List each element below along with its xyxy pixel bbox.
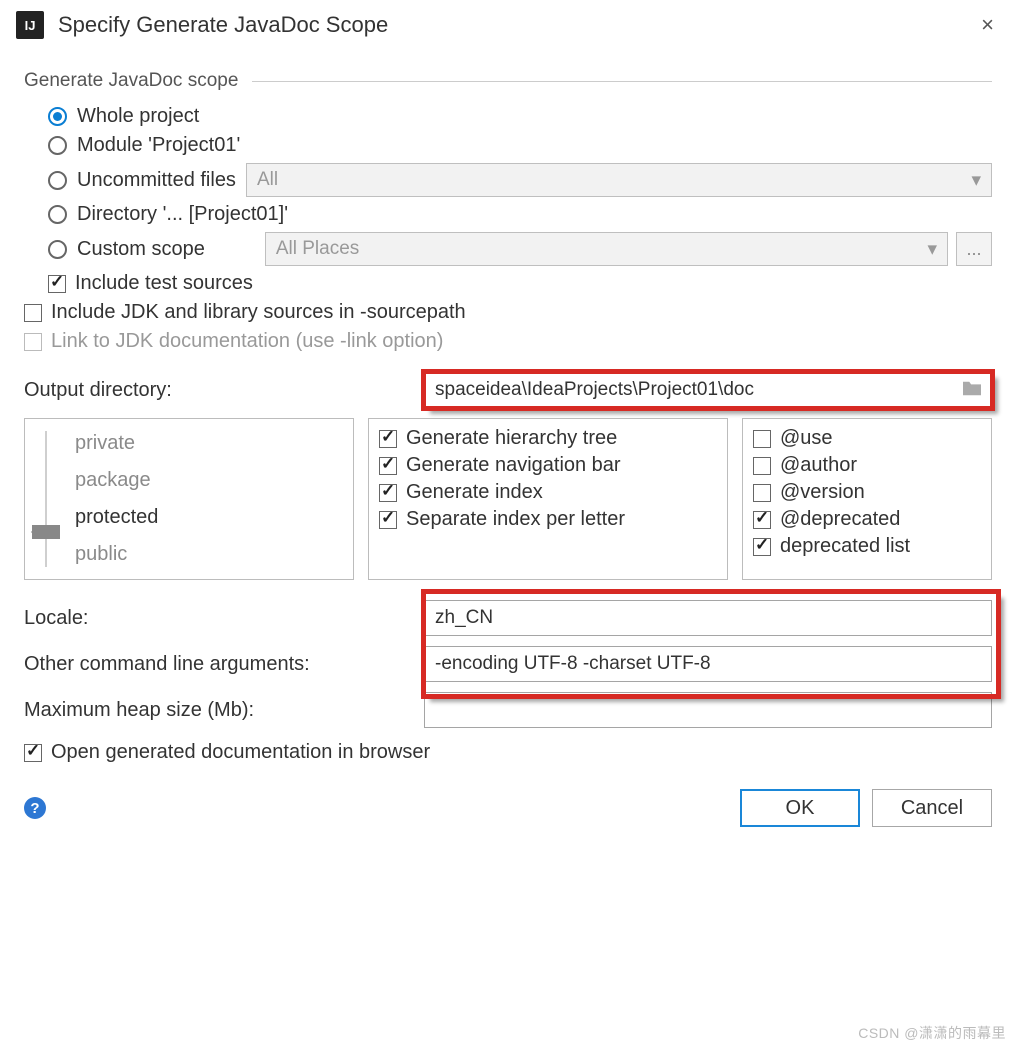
radio-whole-project[interactable]: Whole project [24, 102, 992, 131]
locale-input[interactable]: zh_CN [424, 600, 992, 636]
radio-label: Custom scope [77, 238, 205, 261]
check-label: Separate index per letter [406, 508, 625, 531]
link-jdk-check: Link to JDK documentation (use -link opt… [24, 327, 992, 356]
chevron-down-icon: ▾ [971, 169, 981, 192]
checkbox-indicator [753, 457, 771, 475]
gen-hierarchy-check[interactable]: Generate hierarchy tree [379, 425, 717, 452]
checkbox-indicator [753, 484, 771, 502]
checkbox-indicator [48, 275, 66, 293]
combo-value: All Places [276, 238, 359, 260]
output-dir-label: Output directory: [24, 379, 424, 402]
generate-options-panel: Generate hierarchy tree Generate navigat… [368, 418, 728, 580]
check-label: Include test sources [75, 272, 253, 295]
tag-author-check[interactable]: @author [753, 452, 981, 479]
gen-sep-index-check[interactable]: Separate index per letter [379, 506, 717, 533]
tag-version-check[interactable]: @version [753, 479, 981, 506]
divider [252, 81, 992, 82]
radio-label: Directory '... [Project01]' [77, 203, 288, 226]
check-label: @deprecated [780, 508, 900, 531]
checkbox-indicator [753, 430, 771, 448]
output-dir-input[interactable]: spaceidea\IdeaProjects\Project01\doc [424, 372, 992, 408]
include-jdk-check[interactable]: Include JDK and library sources in -sour… [24, 298, 992, 327]
radio-indicator [48, 205, 67, 224]
app-icon: IJ [16, 11, 44, 39]
args-input[interactable]: -encoding UTF-8 -charset UTF-8 [424, 646, 992, 682]
checkbox-indicator [379, 511, 397, 529]
check-label: Link to JDK documentation (use -link opt… [51, 330, 443, 353]
radio-label: Whole project [77, 105, 199, 128]
visibility-package[interactable]: package [71, 462, 341, 499]
tag-deprecated-check[interactable]: @deprecated [753, 506, 981, 533]
radio-label: Module 'Project01' [77, 134, 240, 157]
check-label: Generate index [406, 481, 543, 504]
checkbox-indicator [24, 304, 42, 322]
slider-thumb[interactable] [32, 525, 60, 539]
checkbox-indicator [379, 430, 397, 448]
watermark: CSDN @潇潇的雨幕里 [858, 1023, 1006, 1043]
checkbox-indicator [379, 457, 397, 475]
output-dir-value: spaceidea\IdeaProjects\Project01\doc [435, 379, 754, 401]
edit-scopes-button[interactable]: ... [956, 232, 992, 266]
radio-indicator [48, 171, 67, 190]
visibility-protected[interactable]: protected [71, 499, 341, 536]
visibility-private[interactable]: private [71, 425, 341, 462]
check-label: Generate hierarchy tree [406, 427, 617, 450]
tag-use-check[interactable]: @use [753, 425, 981, 452]
radio-directory[interactable]: Directory '... [Project01]' [24, 200, 992, 229]
ok-button[interactable]: OK [740, 789, 860, 827]
open-browser-check[interactable]: Open generated documentation in browser [24, 738, 992, 767]
titlebar: IJ Specify Generate JavaDoc Scope × [0, 0, 1020, 54]
custom-scope-combo[interactable]: All Places ▾ [265, 232, 948, 266]
radio-label: Uncommitted files [77, 169, 236, 192]
window-title: Specify Generate JavaDoc Scope [58, 12, 388, 38]
tag-deprecated-list-check[interactable]: deprecated list [753, 533, 981, 560]
help-icon[interactable]: ? [24, 797, 46, 819]
options-panels: private package protected public Generat… [24, 418, 992, 580]
slider-track [45, 431, 47, 567]
visibility-slider[interactable] [29, 425, 63, 573]
uncommitted-changelist-combo[interactable]: All ▾ [246, 163, 992, 197]
locale-label: Locale: [24, 607, 424, 630]
locale-value: zh_CN [435, 607, 493, 629]
dialog-buttons: ? OK Cancel [0, 777, 1020, 827]
checkbox-indicator [753, 538, 771, 556]
folder-icon[interactable] [961, 379, 983, 397]
radio-module[interactable]: Module 'Project01' [24, 131, 992, 160]
combo-value: All [257, 169, 278, 191]
gen-index-check[interactable]: Generate index [379, 479, 717, 506]
check-label: Open generated documentation in browser [51, 741, 430, 764]
args-label: Other command line arguments: [24, 653, 424, 676]
check-label: deprecated list [780, 535, 910, 558]
chevron-down-icon: ▾ [927, 238, 937, 261]
radio-indicator [48, 240, 67, 259]
checkbox-indicator [753, 511, 771, 529]
radio-uncommitted[interactable]: Uncommitted files All ▾ [24, 160, 992, 200]
close-icon[interactable]: × [971, 8, 1004, 42]
tag-options-panel: @use @author @version @deprecated deprec… [742, 418, 992, 580]
check-label: @version [780, 481, 865, 504]
radio-custom-scope[interactable]: Custom scope All Places ▾ ... [24, 229, 992, 269]
check-label: Include JDK and library sources in -sour… [51, 301, 466, 324]
scope-section-header: Generate JavaDoc scope [24, 70, 992, 92]
check-label: @use [780, 427, 833, 450]
checkbox-indicator [24, 744, 42, 762]
check-label: Generate navigation bar [406, 454, 621, 477]
radio-indicator [48, 107, 67, 126]
scope-section-label: Generate JavaDoc scope [24, 70, 238, 92]
radio-indicator [48, 136, 67, 155]
include-tests-check[interactable]: Include test sources [24, 269, 992, 298]
args-value: -encoding UTF-8 -charset UTF-8 [435, 653, 711, 675]
checkbox-indicator [379, 484, 397, 502]
check-label: @author [780, 454, 857, 477]
visibility-public[interactable]: public [71, 536, 341, 573]
visibility-slider-panel: private package protected public [24, 418, 354, 580]
cancel-button[interactable]: Cancel [872, 789, 992, 827]
gen-nav-check[interactable]: Generate navigation bar [379, 452, 717, 479]
heap-input[interactable] [424, 692, 992, 728]
checkbox-indicator [24, 333, 42, 351]
heap-label: Maximum heap size (Mb): [24, 699, 424, 722]
